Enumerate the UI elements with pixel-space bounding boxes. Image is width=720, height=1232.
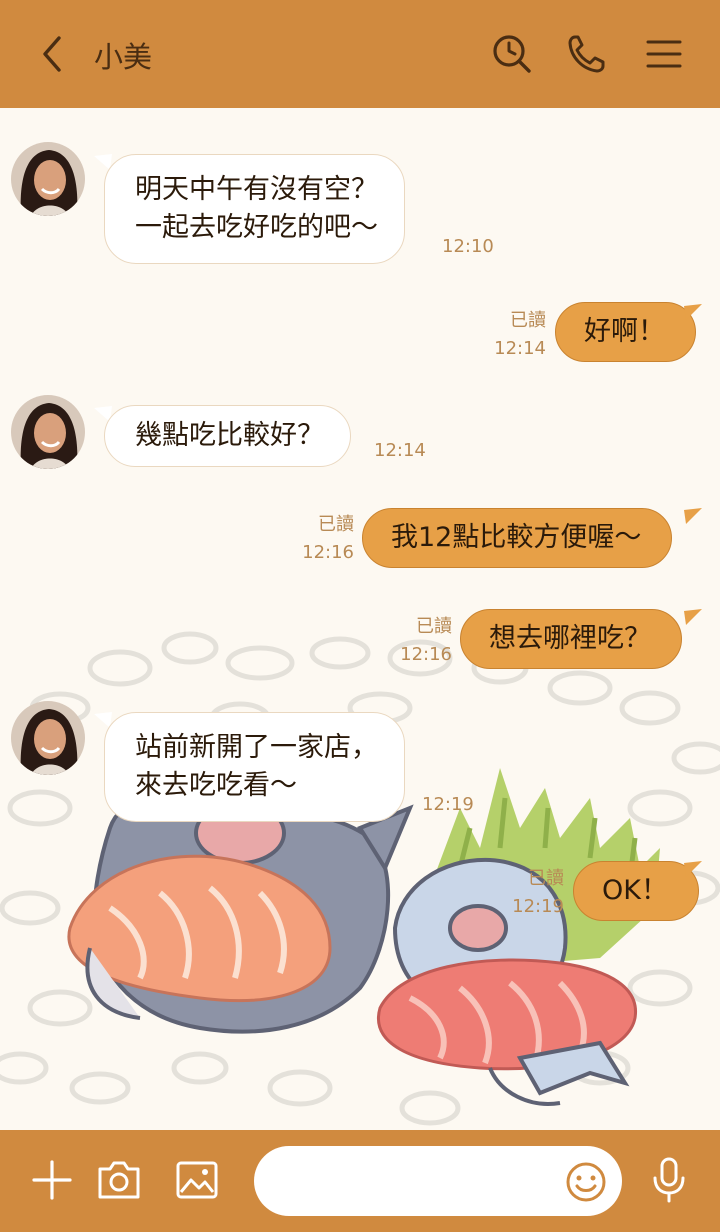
read-receipt: 已讀: [510, 310, 546, 331]
message-text: OK！: [602, 875, 668, 906]
outgoing-message-bubble[interactable]: OK！: [573, 861, 699, 921]
message-text: 想去哪裡吃？: [489, 623, 651, 654]
image-icon[interactable]: [172, 1156, 222, 1204]
outgoing-message-bubble[interactable]: 好啊！: [555, 302, 696, 362]
bubble-tail: [684, 861, 702, 877]
message-time: 12:16: [400, 644, 452, 665]
bubble-tail: [684, 304, 702, 320]
chat-header: 小美: [0, 0, 720, 108]
read-receipt: 已讀: [318, 514, 354, 535]
contact-avatar[interactable]: [11, 142, 85, 216]
message-time: 12:19: [422, 794, 474, 815]
camera-icon[interactable]: [94, 1156, 144, 1204]
outgoing-message-bubble[interactable]: 我12點比較方便喔～: [362, 508, 673, 568]
contact-avatar[interactable]: [11, 395, 85, 469]
message-time: 12:16: [302, 542, 354, 563]
incoming-message-bubble[interactable]: 明天中午有沒有空？ 一起去吃好吃的吧～: [104, 154, 405, 264]
read-receipt: 已讀: [416, 616, 452, 637]
menu-icon[interactable]: [640, 30, 688, 78]
message-time: 12:14: [494, 338, 546, 359]
bubble-tail: [684, 609, 702, 625]
chat-area[interactable]: 明天中午有沒有空？ 一起去吃好吃的吧～ 12:10 已讀 12:14 好啊！ 幾…: [0, 108, 720, 1130]
microphone-icon[interactable]: [646, 1154, 692, 1206]
message-text: 明天中午有沒有空？: [135, 174, 378, 205]
read-receipt: 已讀: [528, 868, 564, 889]
chevron-left-icon[interactable]: [30, 30, 74, 78]
message-time: 12:19: [512, 896, 564, 917]
incoming-message-bubble[interactable]: 站前新開了一家店， 來去吃吃看～: [104, 712, 405, 822]
incoming-message-bubble[interactable]: 幾點吃比較好？: [104, 405, 351, 467]
smiley-icon[interactable]: [564, 1160, 608, 1204]
outgoing-message-bubble[interactable]: 想去哪裡吃？: [460, 609, 682, 669]
message-text: 站前新開了一家店，: [135, 732, 378, 763]
bubble-tail: [684, 508, 702, 524]
phone-icon[interactable]: [562, 30, 610, 78]
message-composer-bar: [0, 1130, 720, 1232]
message-time: 12:14: [374, 440, 426, 461]
message-text: 好啊！: [584, 316, 665, 347]
message-text: 一起去吃好吃的吧～: [135, 212, 378, 243]
message-text: 我12點比較方便喔～: [391, 522, 642, 553]
contact-avatar[interactable]: [11, 701, 85, 775]
plus-icon[interactable]: [28, 1156, 76, 1204]
message-text: 幾點吃比較好？: [135, 420, 324, 451]
chat-title: 小美: [94, 40, 153, 74]
message-input[interactable]: [254, 1146, 622, 1216]
message-text: 來去吃吃看～: [135, 770, 297, 801]
search-icon[interactable]: [488, 30, 536, 78]
message-time: 12:10: [442, 236, 494, 257]
